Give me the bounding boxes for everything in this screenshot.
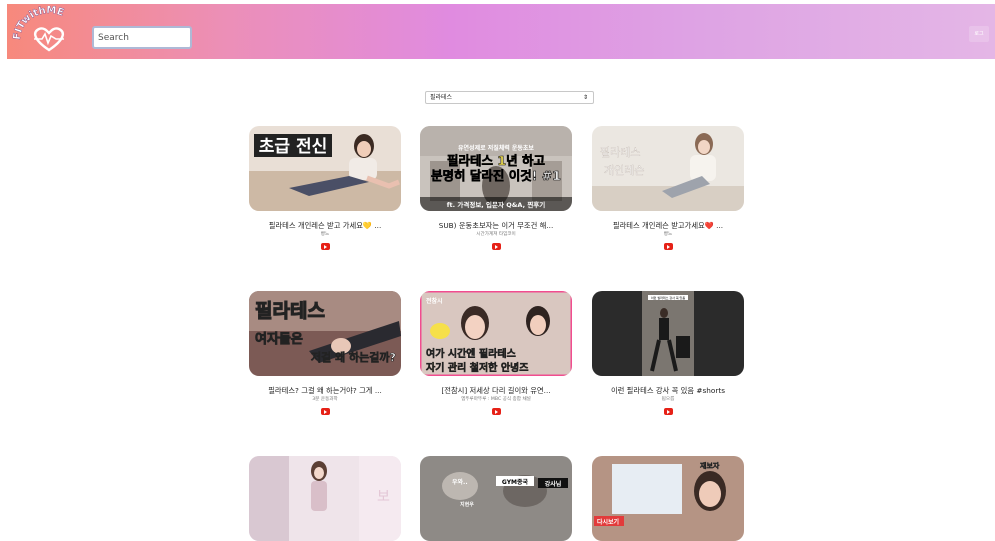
category-select[interactable]: 필라테스 ⇕ [425,91,594,104]
youtube-icon[interactable] [663,243,673,250]
svg-text:필라테스: 필라테스 [600,146,640,159]
svg-text:필라테스: 필라테스 [255,300,325,322]
svg-text:ft. 가격정보, 입문자 Q&A, 찐후기: ft. 가격정보, 입문자 Q&A, 찐후기 [447,200,546,209]
svg-text:우와..: 우와.. [452,478,468,486]
video-title[interactable]: [전참시] 저세상 다리 길이와 유연... [420,386,572,396]
svg-text:재보자: 재보자 [700,461,720,470]
fitwithme-logo[interactable]: FITwithME [12,6,86,56]
video-card[interactable]: 재보자 다시보기 [592,456,744,541]
video-title[interactable]: SUB) 운동초보자는 이거 무조건 해... [420,221,572,231]
video-channel: 됩으릅 [661,397,675,402]
svg-text:지현우: 지현우 [460,501,474,508]
youtube-icon[interactable] [663,408,673,415]
svg-text:여자들은: 여자들은 [255,331,303,347]
video-title[interactable]: 필라테스? 그걸 왜 하는거야? 그게 ... [249,386,401,396]
youtube-icon[interactable] [491,243,501,250]
video-channel: 시간가계져 타임코이 [476,232,516,237]
svg-text:FITwithME: FITwithME [12,6,65,40]
svg-text:보: 보 [377,489,390,505]
youtube-icon[interactable] [320,243,330,250]
svg-text:여가 시간엔 필라테스: 여가 시간엔 필라테스 [426,347,516,360]
video-card[interactable]: 전참시 여가 시간엔 필라테스 자기 관리 철저한 안녕즈 [전참시] 저세상 … [420,291,572,415]
svg-text:필라테스 1년 하고: 필라테스 1년 하고 [447,153,545,168]
video-thumbnail[interactable]: 보 [249,456,401,541]
video-thumbnail[interactable]: GYM종국 강사님 우와.. 지현우 [420,456,572,541]
video-thumbnail[interactable]: 이런 필라테스 강사 꼭 있음 [592,291,744,376]
youtube-icon[interactable] [491,408,501,415]
video-channel: 엠뚜루마뚜루 : MBC 공식 종합 채널 [461,397,531,402]
video-channel: 빵느 [663,232,673,237]
search-input[interactable] [92,26,192,49]
svg-text:초급 전신: 초급 전신 [259,137,327,157]
svg-text:GYM종국: GYM종국 [502,478,529,486]
logo-text: FITwithME [12,6,66,41]
video-title[interactable]: 필라테스 개인레슨 받고가세요❤️ ... [592,221,744,231]
video-card[interactable]: GYM종국 강사님 우와.. 지현우 [420,456,572,541]
video-card[interactable]: 보 [249,456,401,541]
svg-text:유연성제로 저질체력 운동초보: 유연성제로 저질체력 운동초보 [458,144,534,152]
select-arrows-icon: ⇕ [582,94,588,101]
video-thumbnail[interactable]: 유연성제로 저질체력 운동초보 필라테스 1년 하고 분명히 달라진 이것! #… [420,126,572,211]
svg-text:이런 필라테스 강사 꼭 있음: 이런 필라테스 강사 꼭 있음 [651,295,685,300]
svg-text:다시보기: 다시보기 [597,518,619,526]
svg-text:저걸 왜 하는걸까?: 저걸 왜 하는걸까? [311,350,396,364]
video-thumbnail[interactable]: 전참시 여가 시간엔 필라테스 자기 관리 철저한 안녕즈 [420,291,572,376]
video-thumbnail[interactable]: 재보자 다시보기 [592,456,744,541]
video-card[interactable]: 필라테스 개인레슨 필라테스 개인레슨 받고가세요❤️ ... 빵느 [592,126,744,250]
svg-text:자기 관리 철저한 안녕즈: 자기 관리 철저한 안녕즈 [426,361,528,374]
video-title[interactable]: 필라테스 개인레슨 받고 가세요💛 ... [249,221,401,231]
video-card[interactable]: 필라테스 여자들은 저걸 왜 하는걸까? 필라테스? 그걸 왜 하는거야? 그게… [249,291,401,415]
video-card[interactable]: 유연성제로 저질체력 운동초보 필라테스 1년 하고 분명히 달라진 이것! #… [420,126,572,250]
video-thumbnail[interactable]: 초급 전신 [249,126,401,211]
video-card[interactable]: 초급 전신 필라테스 개인레슨 받고 가세요💛 ... 빵느 [249,126,401,250]
svg-text:개인레슨: 개인레슨 [604,164,644,177]
youtube-icon[interactable] [320,408,330,415]
category-select-value: 필라테스 [430,94,453,101]
video-channel: 3분 운동과학 [312,397,338,402]
svg-text:전참시: 전참시 [426,297,443,305]
video-thumbnail[interactable]: 필라테스 여자들은 저걸 왜 하는걸까? [249,291,401,376]
video-title[interactable]: 이런 필라테스 강사 꼭 있음 #shorts [592,386,744,396]
svg-text:분명히 달라진 이것! #1: 분명히 달라진 이것! #1 [431,168,561,183]
video-channel: 빵느 [320,232,330,237]
video-card[interactable]: 이런 필라테스 강사 꼭 있음 이런 필라테스 강사 꼭 있음 #shorts … [592,291,744,415]
header-login-button[interactable]: 로그 [969,26,989,42]
video-thumbnail[interactable]: 필라테스 개인레슨 [592,126,744,211]
top-header: FITwithME 로그 [7,4,995,59]
svg-text:강사님: 강사님 [545,480,562,488]
